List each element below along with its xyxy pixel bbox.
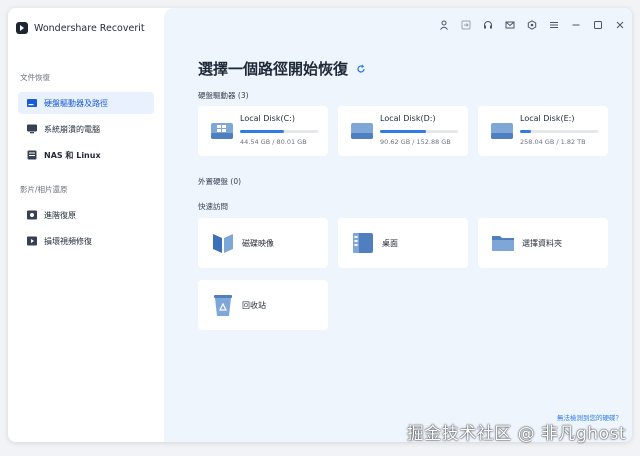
recoverit-logo-icon [16,22,28,34]
disk-usage-fill [520,130,531,133]
sidebar: Wondershare Recoverit 文件恢復 硬盤驅動器及路徑 系統崩潰… [8,8,164,442]
section-video-photo: 影片/相片還原 [20,185,68,194]
quick-access-label: 桌面 [382,239,398,248]
external-drives-count: (0) [230,177,242,186]
sidebar-item-hard-drives[interactable]: 硬盤驅動器及路徑 [18,92,154,114]
quick-access-label: 回收站 [242,301,266,310]
watermark-text: 掘金技术社区 @ 非凡ghost [406,424,626,444]
desktop-icon [350,230,376,256]
export-icon[interactable] [460,19,472,31]
disk-usage-bar [520,130,598,133]
page-title: 選擇一個路徑開始恢復 [198,58,366,79]
recycle-bin-icon [210,292,236,318]
advanced-recovery-icon [26,210,38,220]
disk-icon [350,120,374,142]
quick-access-heading: 快速訪問 [198,202,228,211]
section-file-recovery: 文件恢復 [20,73,50,82]
main-panel: 選擇一個路徑開始恢復 硬盤驅動器 (3) Local Disk(C:) 44.5… [164,8,632,442]
quick-access-recycle-bin[interactable]: 回收站 [198,280,328,330]
folder-icon [490,230,516,256]
sidebar-item-label: 硬盤驅動器及路徑 [44,98,108,108]
disk-card-e[interactable]: Local Disk(E:) 258.04 GB / 1.82 TB [478,106,608,156]
title-bar-controls [438,17,626,33]
nas-icon [26,150,38,160]
sidebar-item-video-repair[interactable]: 損壞視頻修復 [18,230,154,252]
app-title-bar: Wondershare Recoverit [16,20,145,36]
quick-access-label: 磁碟映像 [242,239,274,248]
app-window: Wondershare Recoverit 文件恢復 硬盤驅動器及路徑 系統崩潰… [8,8,632,442]
headset-icon[interactable] [482,19,494,31]
disk-size: 258.04 GB / 1.82 TB [520,138,586,146]
external-drives-heading: 外置硬盤 (0) [198,176,241,187]
disk-image-icon [210,230,236,256]
disk-name: Local Disk(D:) [380,114,436,123]
quick-access-desktop[interactable]: 桌面 [338,218,468,268]
hard-drives-label: 硬盤驅動器 [198,91,236,100]
sidebar-item-advanced-recovery[interactable]: 進階復原 [18,204,154,226]
hard-drives-heading: 硬盤驅動器 (3) [198,90,249,101]
disk-usage-fill [380,130,427,133]
sidebar-item-label: 損壞視頻修復 [44,236,92,246]
disk-usage-bar [380,130,458,133]
hard-drive-icon [26,98,38,108]
disk-icon [490,120,514,142]
disk-size: 44.54 GB / 80.01 GB [240,138,307,146]
disk-usage-fill [240,130,284,133]
quick-access-label: 選擇資料夾 [522,239,562,248]
refresh-icon[interactable] [356,60,366,78]
disk-size: 90.62 GB / 152.88 GB [380,138,451,146]
menu-icon[interactable] [548,19,560,31]
sidebar-item-label: 進階復原 [44,210,76,220]
disk-name: Local Disk(C:) [240,114,295,123]
disk-card-c[interactable]: Local Disk(C:) 44.54 GB / 80.01 GB [198,106,328,156]
mail-icon[interactable] [504,19,516,31]
quick-access-select-folder[interactable]: 選擇資料夾 [478,218,608,268]
sidebar-item-label: 系統崩潰的電腦 [44,124,100,134]
disk-card-d[interactable]: Local Disk(D:) 90.62 GB / 152.88 GB [338,106,468,156]
hard-drives-count: (3) [237,91,249,100]
settings-icon[interactable] [526,19,538,31]
windows-disk-icon [210,120,234,142]
minimize-icon[interactable] [570,19,582,31]
video-repair-icon [26,236,38,246]
sidebar-item-label: NAS 和 Linux [44,150,101,160]
external-drives-label: 外置硬盤 [198,177,228,186]
sidebar-item-nas-linux[interactable]: NAS 和 Linux [18,144,154,166]
quick-access-disk-image[interactable]: 磁碟映像 [198,218,328,268]
app-title: Wondershare Recoverit [34,22,145,34]
page-title-text: 選擇一個路徑開始恢復 [198,60,349,78]
monitor-icon [26,124,38,134]
disk-usage-bar [240,130,318,133]
user-icon[interactable] [438,19,450,31]
close-icon[interactable] [614,19,626,31]
disk-name: Local Disk(E:) [520,114,575,123]
maximize-icon[interactable] [592,19,604,31]
sidebar-item-crashed-pc[interactable]: 系統崩潰的電腦 [18,118,154,140]
